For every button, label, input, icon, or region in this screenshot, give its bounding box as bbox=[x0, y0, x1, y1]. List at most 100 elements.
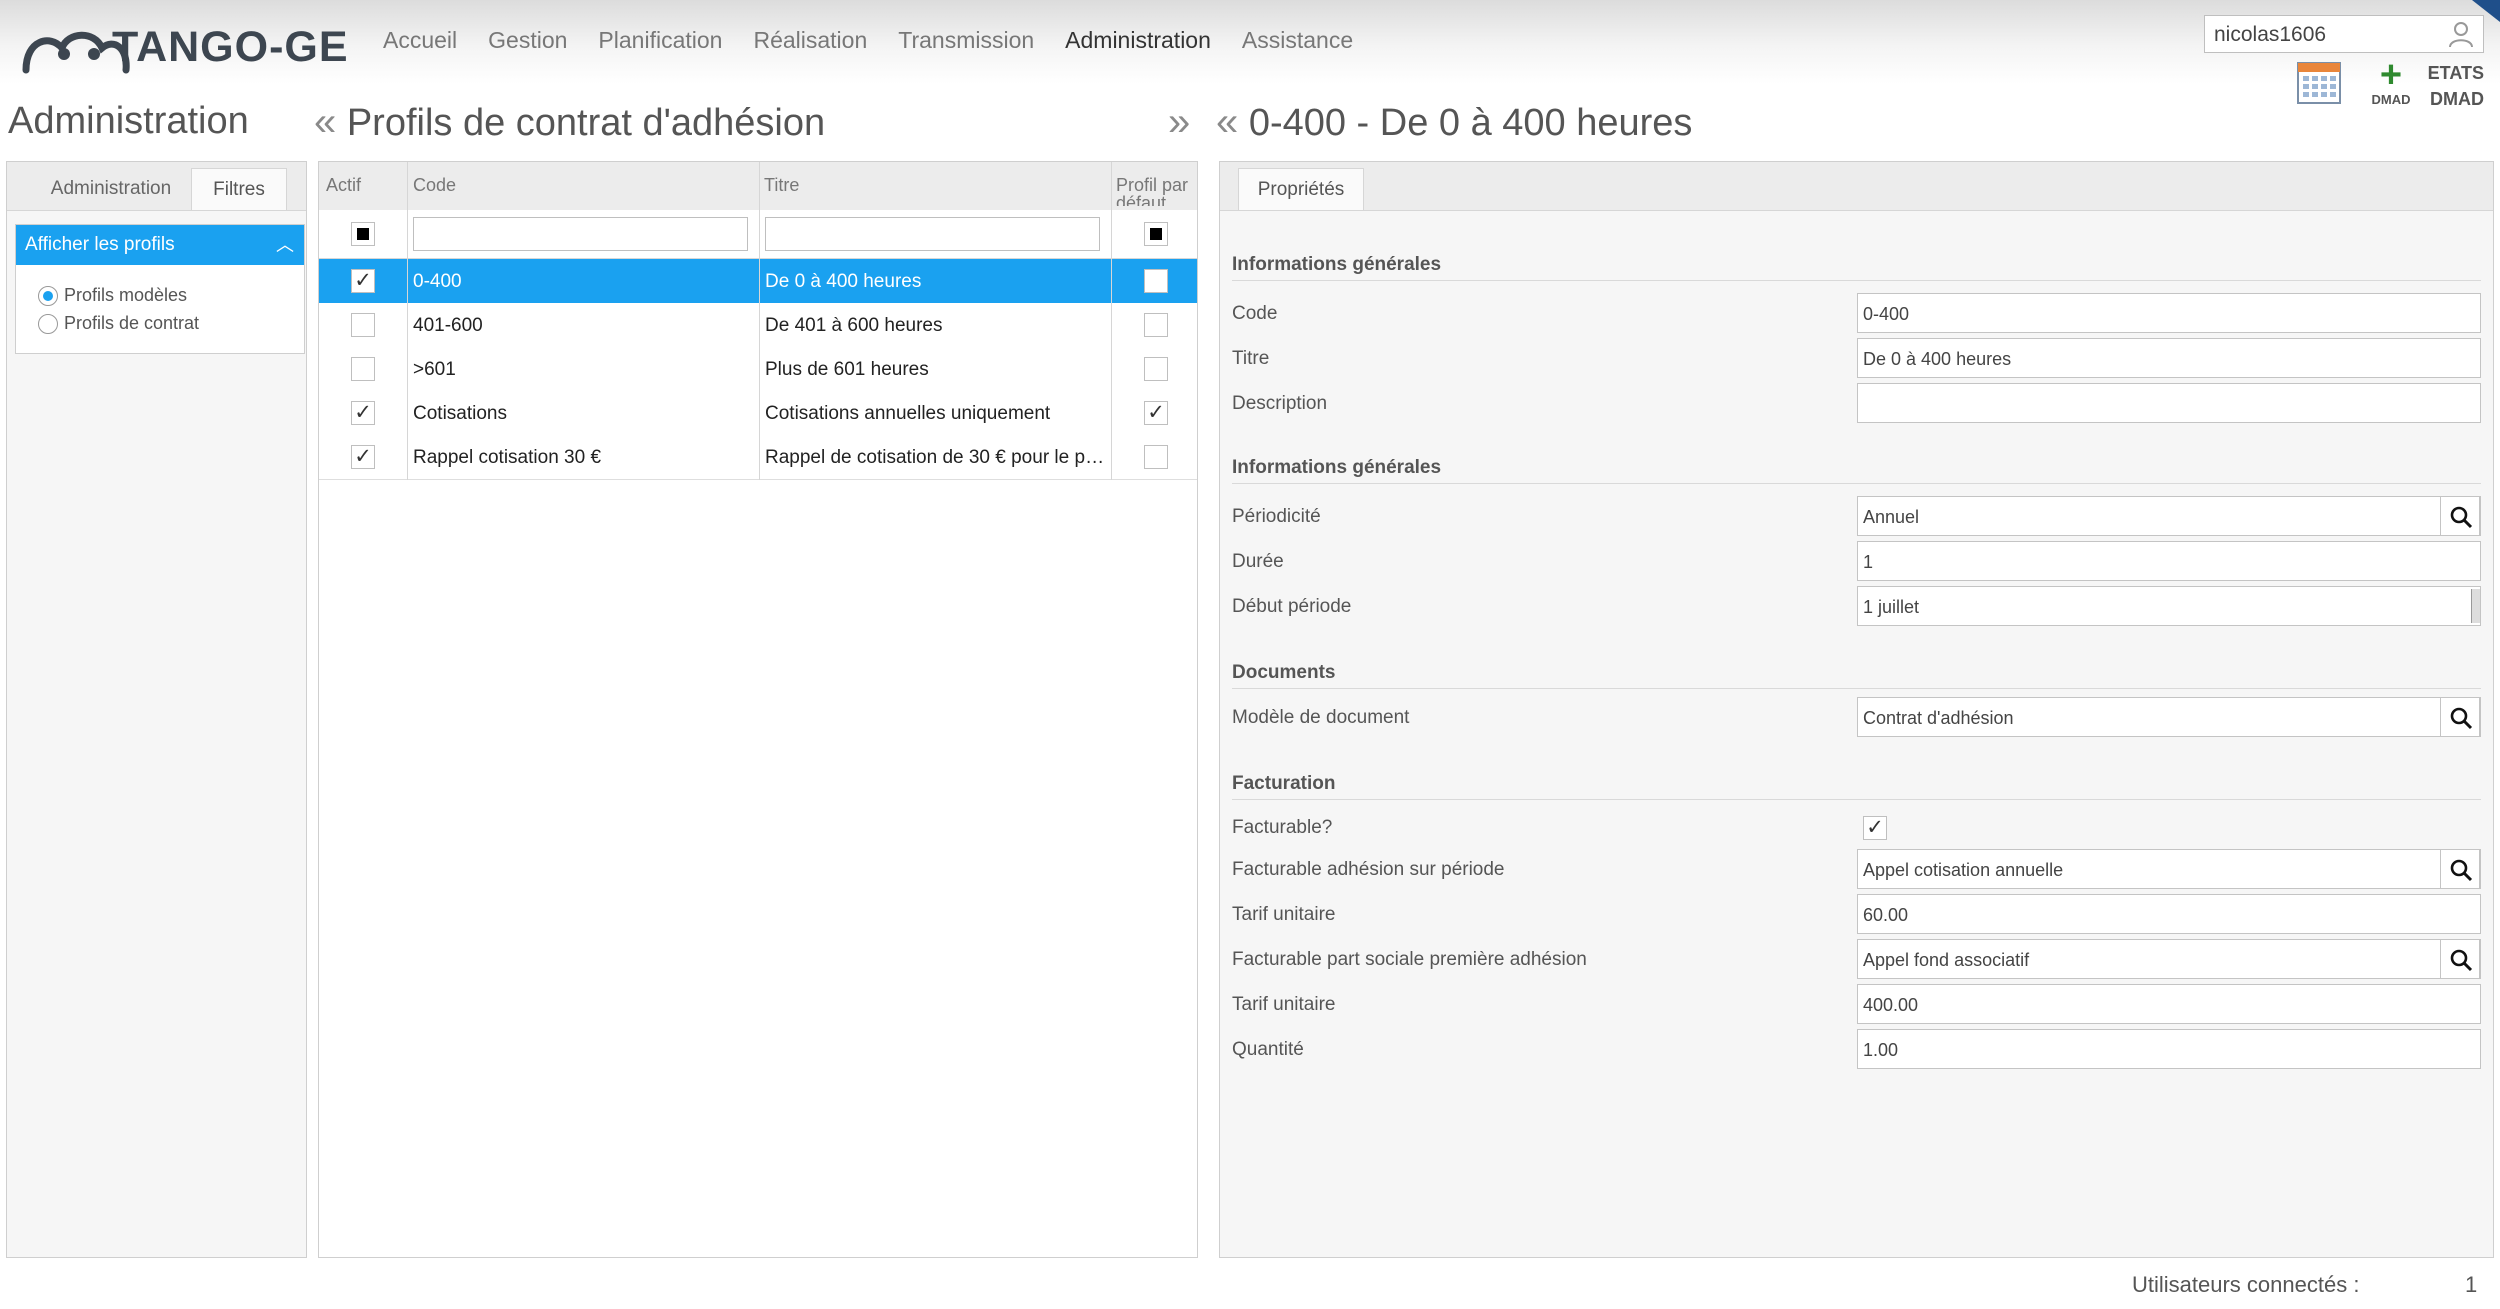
facturable-part-sociale-field[interactable]: Appel fond associatif bbox=[1857, 939, 2481, 979]
field-label: Quantité bbox=[1232, 1039, 1304, 1060]
profiles-grid: Actif Code Titre Profil par défaut ✓ 0-4… bbox=[318, 161, 1198, 1258]
row-titre: Rappel de cotisation de 30 € pour le pr.… bbox=[765, 447, 1105, 468]
facturable-checkbox[interactable]: ✓ bbox=[1863, 816, 1887, 840]
section-divider bbox=[1232, 799, 2481, 800]
tab-filtres[interactable]: Filtres bbox=[191, 168, 287, 210]
tarif-unitaire-2-field[interactable]: 400.00 bbox=[1857, 984, 2481, 1024]
chevron-up-icon: ︿ bbox=[276, 235, 294, 255]
row-actif-checkbox[interactable] bbox=[351, 313, 375, 337]
expand-right-icon[interactable]: » bbox=[1168, 100, 1190, 145]
table-row[interactable]: ✓ 0-400 De 0 à 400 heures bbox=[319, 259, 1197, 304]
user-icon bbox=[2449, 22, 2473, 48]
row-defaut-checkbox[interactable] bbox=[1144, 269, 1168, 293]
option-label: Profils de contrat bbox=[64, 313, 200, 333]
etats-dmad-button[interactable]: ETATS DMAD bbox=[2418, 60, 2484, 112]
option-label: Profils modèles bbox=[64, 285, 188, 305]
filter-actif-checkbox[interactable] bbox=[351, 222, 375, 246]
column-divider bbox=[1111, 162, 1112, 480]
collapse-detail-icon[interactable]: « bbox=[1216, 100, 1238, 144]
filter-defaut-checkbox[interactable] bbox=[1144, 222, 1168, 246]
calendar-icon[interactable] bbox=[2297, 62, 2341, 104]
connected-users-label: Utilisateurs connectés : bbox=[2132, 1272, 2360, 1297]
main-menu: Accueil Gestion Planification Réalisatio… bbox=[383, 27, 1384, 54]
radio-profils-modeles[interactable]: Profils modèles bbox=[38, 285, 188, 307]
table-row[interactable]: ✓ Cotisations Cotisations annuelles uniq… bbox=[319, 391, 1197, 436]
menu-administration[interactable]: Administration bbox=[1065, 27, 1211, 54]
user-name: nicolas1606 bbox=[2214, 23, 2327, 46]
tab-proprietes[interactable]: Propriétés bbox=[1238, 168, 1364, 210]
row-actif-checkbox[interactable] bbox=[351, 357, 375, 381]
left-tabbar: Administration Filtres bbox=[7, 162, 306, 211]
add-dmad-button[interactable]: + DMAD bbox=[2360, 56, 2422, 110]
row-titre: Cotisations annuelles uniquement bbox=[765, 403, 1051, 424]
description-field[interactable] bbox=[1857, 383, 2481, 423]
modele-document-field[interactable]: Contrat d'adhésion bbox=[1857, 697, 2481, 737]
top-bar: TANGO-GE Accueil Gestion Planification R… bbox=[0, 0, 2500, 84]
left-panel: Administration Filtres Afficher les prof… bbox=[6, 161, 307, 1258]
user-menu[interactable]: nicolas1606 bbox=[2204, 15, 2484, 53]
row-actif-checkbox[interactable]: ✓ bbox=[351, 401, 375, 425]
field-label: Facturable? bbox=[1232, 817, 1333, 838]
search-icon[interactable] bbox=[2440, 496, 2480, 536]
table-row[interactable]: ✓ Rappel cotisation 30 € Rappel de cotis… bbox=[319, 435, 1197, 480]
filter-header[interactable]: Afficher les profils ︿ bbox=[16, 225, 304, 265]
duree-field[interactable]: 1 bbox=[1857, 541, 2481, 581]
search-icon[interactable] bbox=[2440, 697, 2480, 737]
profile-filter: Afficher les profils ︿ Profils modèles P… bbox=[15, 224, 305, 354]
filter-titre-input[interactable] bbox=[765, 217, 1100, 251]
detail-heading: « 0-400 - De 0 à 400 heures bbox=[1216, 100, 1692, 145]
section-divider bbox=[1232, 688, 2481, 689]
field-label: Modèle de document bbox=[1232, 707, 1410, 728]
field-label: Durée bbox=[1232, 551, 1284, 572]
column-divider bbox=[407, 162, 408, 480]
spinner-icon[interactable] bbox=[2471, 589, 2480, 623]
collapse-left-icon[interactable]: « bbox=[314, 100, 336, 144]
section-divider bbox=[1232, 483, 2481, 484]
field-value: Appel cotisation annuelle bbox=[1863, 860, 2064, 880]
row-actif-checkbox[interactable]: ✓ bbox=[351, 445, 375, 469]
field-value: 0-400 bbox=[1863, 304, 1910, 324]
row-defaut-checkbox[interactable]: ✓ bbox=[1144, 401, 1168, 425]
search-icon[interactable] bbox=[2440, 849, 2480, 889]
row-defaut-checkbox[interactable] bbox=[1144, 445, 1168, 469]
row-defaut-checkbox[interactable] bbox=[1144, 313, 1168, 337]
debut-periode-field[interactable]: 1 juillet bbox=[1857, 586, 2481, 626]
facturable-adhesion-field[interactable]: Appel cotisation annuelle bbox=[1857, 849, 2481, 889]
tab-administration[interactable]: Administration bbox=[21, 168, 201, 210]
field-value: De 0 à 400 heures bbox=[1863, 349, 2012, 369]
periodicite-field[interactable]: Annuel bbox=[1857, 496, 2481, 536]
connected-users-count: 1 bbox=[2465, 1272, 2478, 1297]
filter-code-input[interactable] bbox=[413, 217, 748, 251]
menu-gestion[interactable]: Gestion bbox=[488, 27, 567, 54]
field-label: Facturable adhésion sur période bbox=[1232, 859, 1505, 880]
row-code: Rappel cotisation 30 € bbox=[413, 447, 602, 468]
menu-planification[interactable]: Planification bbox=[598, 27, 722, 54]
code-field[interactable]: 0-400 bbox=[1857, 293, 2481, 333]
menu-realisation[interactable]: Réalisation bbox=[753, 27, 867, 54]
row-defaut-checkbox[interactable] bbox=[1144, 357, 1168, 381]
search-icon[interactable] bbox=[2440, 939, 2480, 979]
menu-accueil[interactable]: Accueil bbox=[383, 27, 457, 54]
col-profil-defaut[interactable]: Profil par défaut bbox=[1116, 176, 1196, 206]
row-titre: Plus de 601 heures bbox=[765, 359, 929, 380]
col-titre[interactable]: Titre bbox=[764, 176, 1104, 194]
menu-assistance[interactable]: Assistance bbox=[1242, 27, 1353, 54]
field-label: Titre bbox=[1232, 348, 1270, 369]
tarif-unitaire-field[interactable]: 60.00 bbox=[1857, 894, 2481, 934]
section-title: Documents bbox=[1232, 662, 1336, 683]
radio-profils-contrat[interactable]: Profils de contrat bbox=[38, 313, 200, 335]
table-row[interactable]: >601 Plus de 601 heures bbox=[319, 347, 1197, 392]
field-label: Code bbox=[1232, 303, 1278, 324]
col-actif[interactable]: Actif bbox=[326, 176, 406, 194]
properties-tabbar: Propriétés bbox=[1220, 162, 2493, 211]
table-row[interactable]: 401-600 De 401 à 600 heures bbox=[319, 303, 1197, 348]
col-code[interactable]: Code bbox=[413, 176, 753, 194]
properties-panel: Propriétés Informations générales Code 0… bbox=[1219, 161, 2494, 1258]
titre-field[interactable]: De 0 à 400 heures bbox=[1857, 338, 2481, 378]
field-value: 1 bbox=[1863, 552, 1874, 572]
menu-transmission[interactable]: Transmission bbox=[898, 27, 1034, 54]
row-actif-checkbox[interactable]: ✓ bbox=[351, 269, 375, 293]
row-code: 0-400 bbox=[413, 271, 462, 292]
quantite-field[interactable]: 1.00 bbox=[1857, 1029, 2481, 1069]
section-title: Facturation bbox=[1232, 773, 1336, 794]
